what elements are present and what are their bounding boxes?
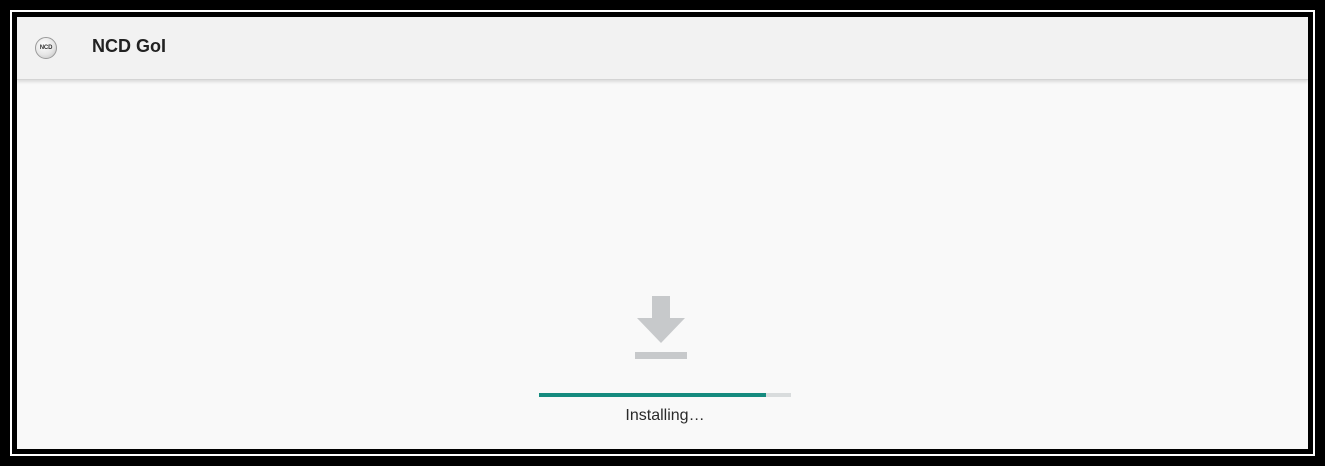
device-frame: NCD NCD GoI Installing… [10,10,1315,456]
title-bar: NCD NCD GoI [17,17,1308,80]
install-progress-bar [539,393,791,397]
ncd-logo-icon: NCD [35,37,57,59]
download-icon [635,296,687,359]
install-status-text: Installing… [625,407,705,424]
app-title: NCD GoI [92,36,166,56]
install-progress-fill [539,393,766,397]
app-icon-text: NCD [39,45,53,51]
app-screen: NCD NCD GoI Installing… [17,17,1308,449]
